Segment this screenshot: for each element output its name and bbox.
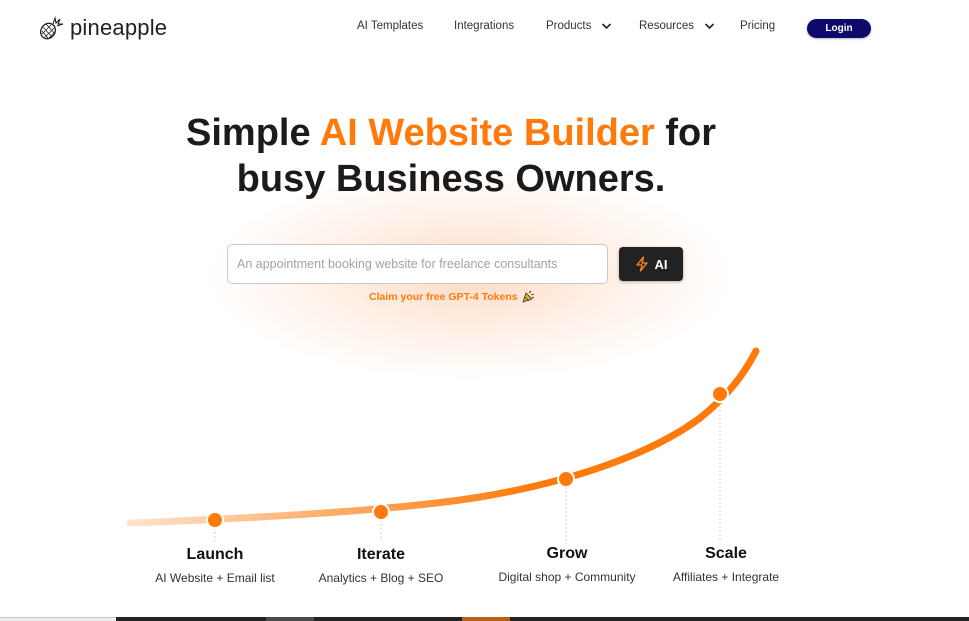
scale-marker [711,385,729,403]
stage-scale: Scale Affiliates + Integrate [626,545,826,584]
stage-title: Scale [705,545,747,562]
stage-desc: Analytics + Blog + SEO [318,571,444,585]
grow-marker [557,470,575,488]
iterate-marker [372,503,390,521]
stage-iterate: Iterate Analytics + Blog + SEO [281,546,481,585]
launch-marker [206,511,224,529]
bottom-section-edge [0,617,969,621]
stage-title: Iterate [356,546,406,563]
bottom-bar-segment [462,617,510,621]
stage-desc: Affiliates + Integrate [672,570,780,584]
bottom-bar-segment [266,617,314,621]
growth-curve-line [126,347,760,527]
bottom-bar-segment [0,617,116,621]
growth-curve-graphic [126,347,760,541]
